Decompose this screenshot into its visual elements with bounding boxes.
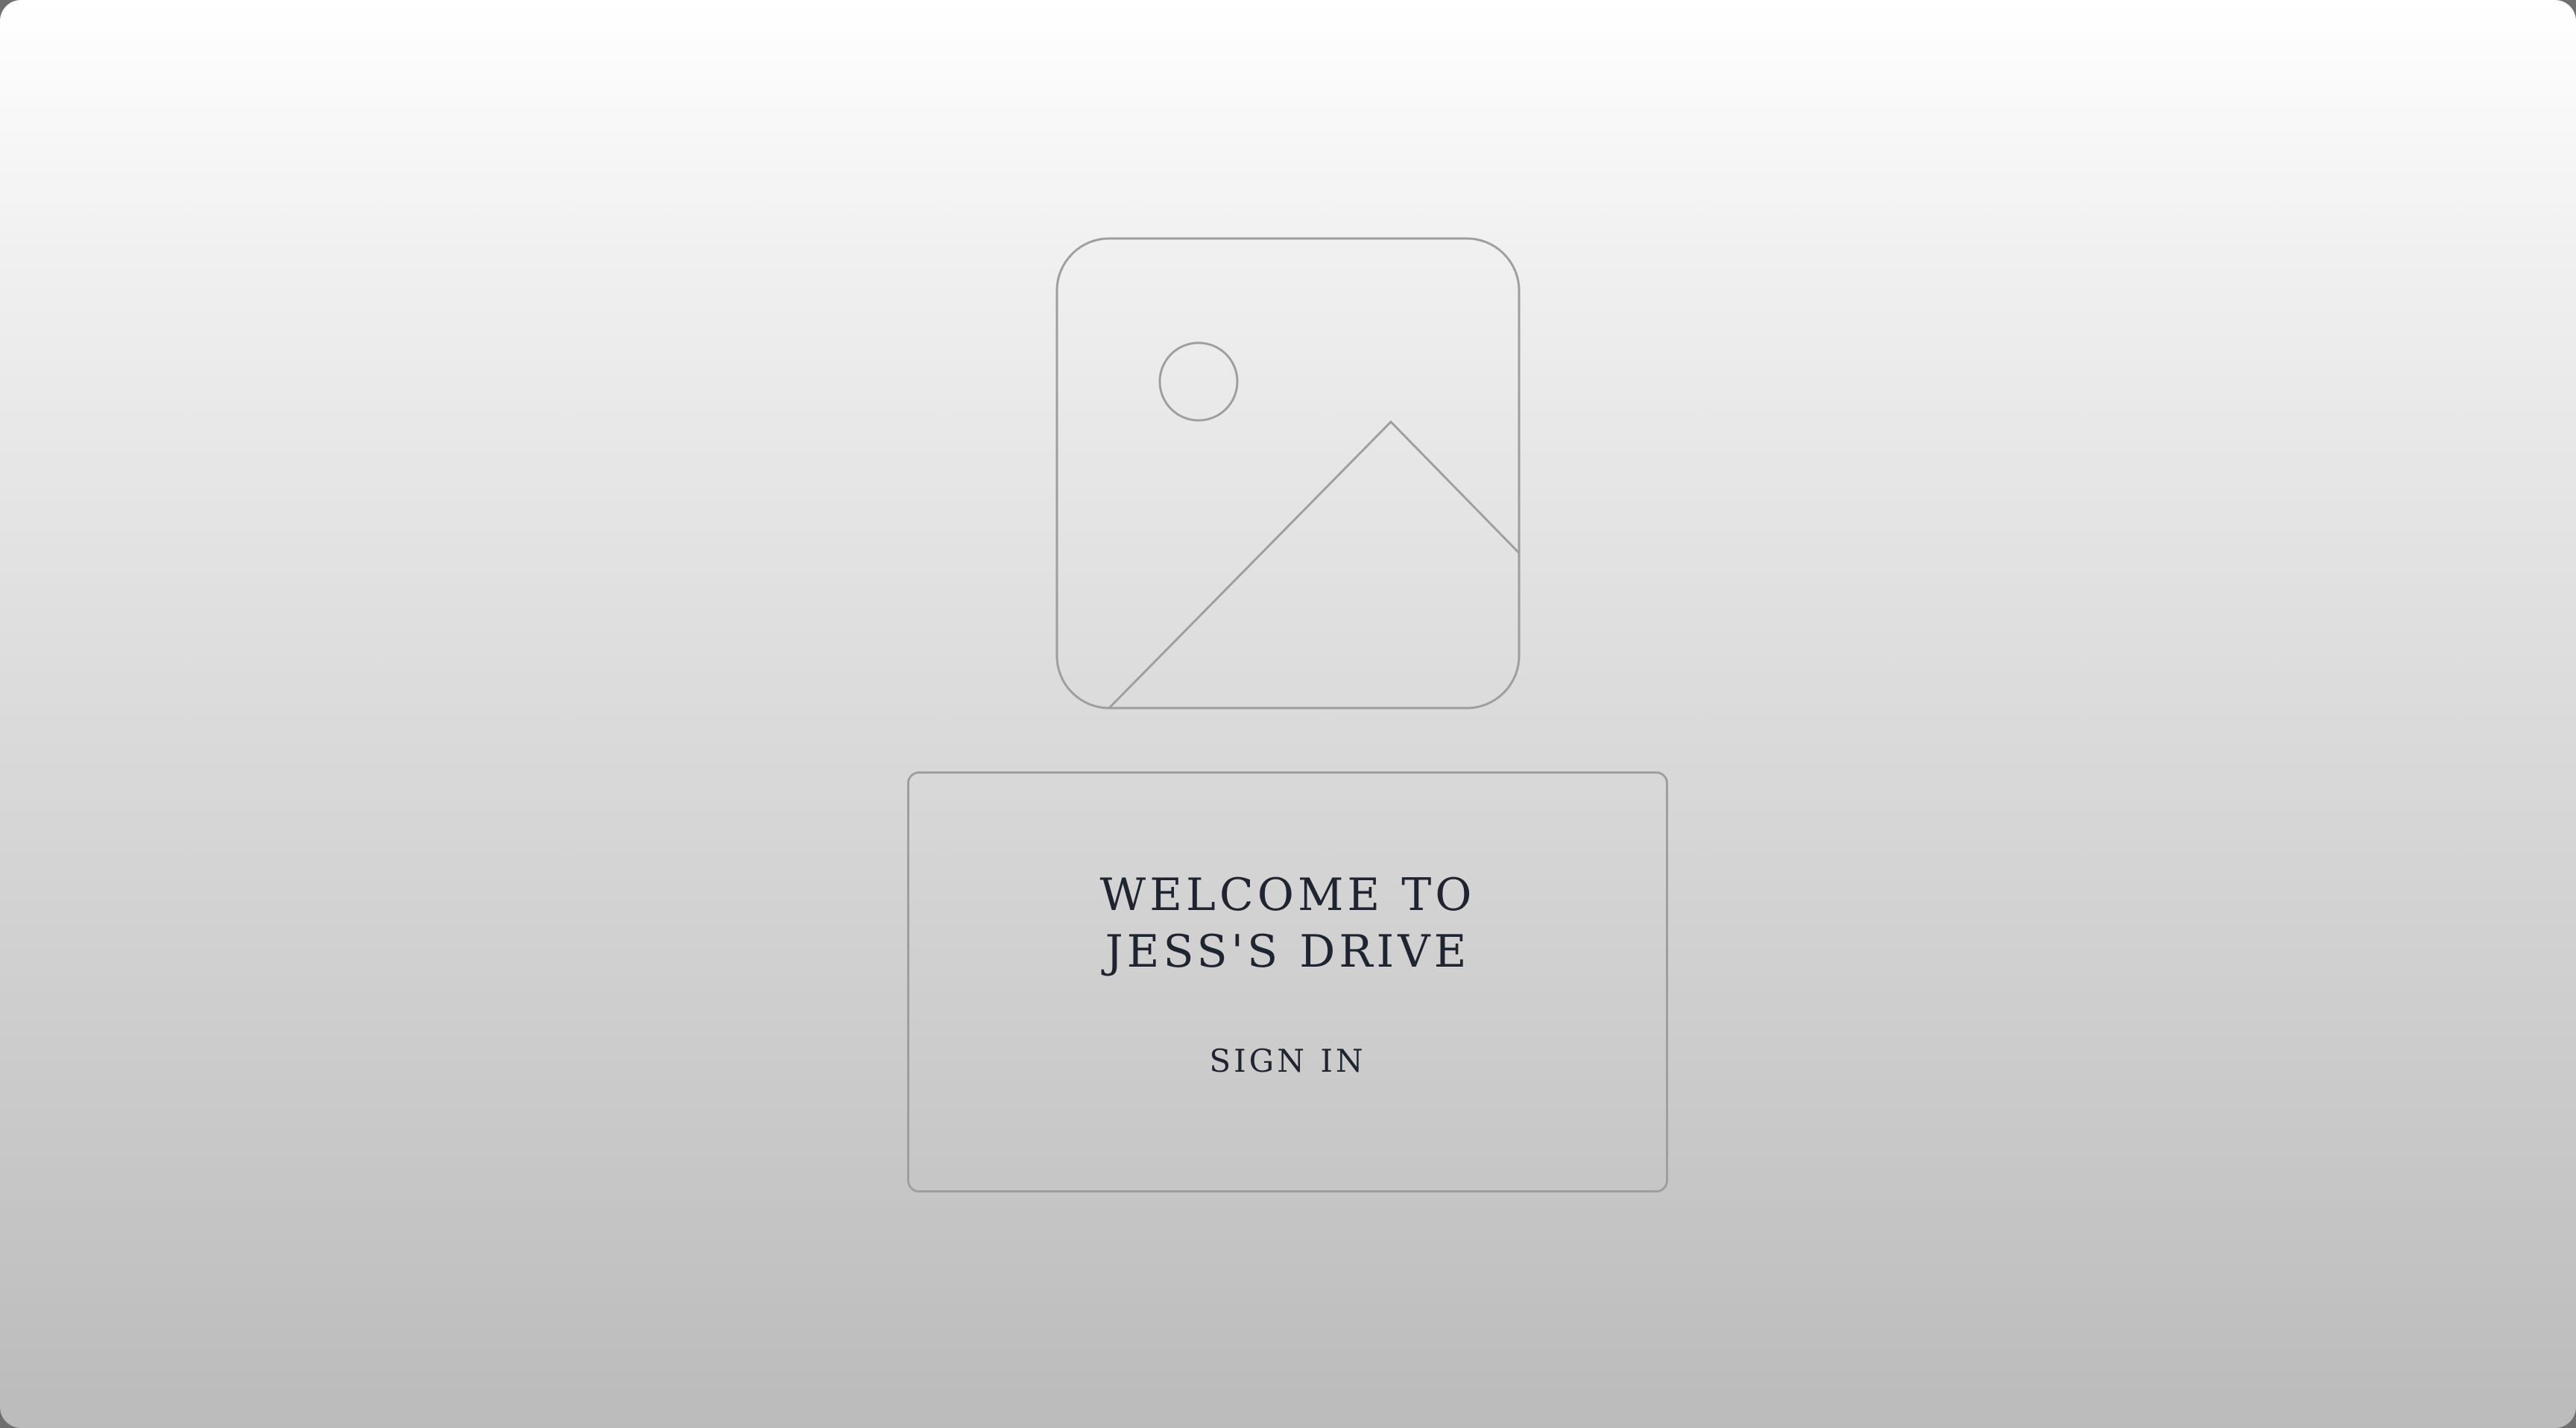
sign-in-button[interactable]: SIGN IN — [1199, 1038, 1376, 1084]
welcome-title-line-1: WELCOME TO — [1099, 869, 1476, 921]
welcome-card: WELCOME TO JESS'S DRIVE SIGN IN — [907, 771, 1668, 1192]
image-placeholder-icon — [1055, 237, 1521, 710]
welcome-title: WELCOME TO JESS'S DRIVE — [909, 867, 1666, 980]
welcome-title-line-2: JESS'S DRIVE — [1105, 926, 1471, 978]
login-screen: WELCOME TO JESS'S DRIVE SIGN IN — [0, 0, 2576, 1428]
